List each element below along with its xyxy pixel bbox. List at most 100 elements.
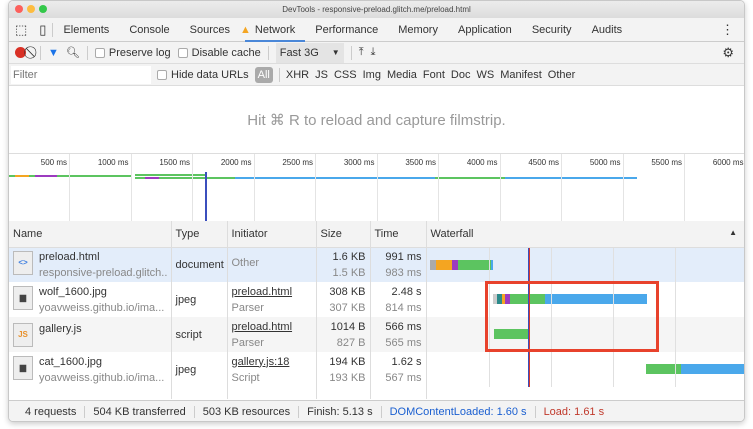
waterfall-gridline bbox=[674, 282, 676, 317]
tab-application[interactable]: Application bbox=[448, 18, 522, 42]
initiator-link[interactable]: preload.html bbox=[232, 321, 312, 333]
initiator-type: Parser bbox=[231, 301, 264, 314]
column-waterfall[interactable]: Waterfall ▲ bbox=[426, 221, 744, 248]
filter-type-ws[interactable]: WS bbox=[476, 69, 494, 81]
filter-type-css[interactable]: CSS bbox=[334, 69, 357, 81]
table-header: Name Type Initiator Size Time Waterfall ▲ bbox=[9, 221, 744, 248]
cell-time: 1.62 s 567 ms bbox=[370, 352, 427, 387]
device-toolbar-icon[interactable]: ▯ bbox=[33, 22, 52, 38]
cell-type: document bbox=[171, 247, 228, 282]
waterfall-bar-segment bbox=[457, 259, 491, 270]
time-latency: 983 ms bbox=[385, 266, 422, 279]
image-file-icon: ▆ bbox=[13, 355, 33, 380]
request-name: preload.html bbox=[39, 250, 100, 263]
tab-console[interactable]: Console bbox=[119, 18, 179, 42]
cell-waterfall bbox=[426, 317, 744, 352]
tab-memory[interactable]: Memory bbox=[388, 18, 448, 42]
waterfall-bar-segment bbox=[490, 259, 493, 270]
cell-time: 566 ms 565 ms bbox=[370, 317, 427, 352]
hide-data-urls-checkbox[interactable]: Hide data URLs bbox=[157, 69, 249, 81]
filter-type-img[interactable]: Img bbox=[363, 69, 381, 81]
overview-tick-label: 4500 ms bbox=[528, 158, 559, 167]
record-icon[interactable] bbox=[15, 47, 26, 58]
close-button[interactable] bbox=[15, 5, 23, 13]
sort-ascending-icon: ▲ bbox=[729, 227, 737, 237]
tab-network[interactable]: Network bbox=[244, 18, 306, 42]
filter-type-other[interactable]: Other bbox=[548, 69, 576, 81]
import-har-icon[interactable]: ⤒ bbox=[359, 46, 364, 59]
tab-security[interactable]: Security bbox=[522, 18, 582, 42]
overview-tick-label: 3500 ms bbox=[405, 158, 436, 167]
waterfall-gridline bbox=[612, 352, 614, 387]
minimize-button[interactable] bbox=[27, 5, 35, 13]
more-menu-icon[interactable]: ⋮ bbox=[711, 22, 744, 38]
preserve-log-checkbox[interactable]: Preserve log bbox=[94, 47, 171, 59]
initiator-link[interactable]: preload.html bbox=[232, 286, 312, 298]
initiator-type: Script bbox=[231, 371, 260, 384]
image-file-icon: ▆ bbox=[13, 285, 33, 310]
column-type[interactable]: Type bbox=[171, 221, 228, 248]
disable-cache-label: Disable cache bbox=[191, 46, 261, 59]
inspect-icon[interactable]: ⬚ bbox=[9, 22, 33, 38]
filter-type-xhr[interactable]: XHR bbox=[286, 69, 309, 81]
time-latency: 567 ms bbox=[385, 371, 422, 384]
dcl-marker bbox=[205, 172, 207, 222]
filter-icon[interactable]: ▼ bbox=[48, 47, 59, 59]
tab-elements[interactable]: Elements bbox=[53, 18, 119, 42]
overview-tick-label: 1000 ms bbox=[97, 158, 129, 167]
filter-type-font[interactable]: Font bbox=[423, 69, 445, 81]
request-name: cat_1600.jpg bbox=[39, 355, 102, 368]
column-size[interactable]: Size bbox=[316, 221, 371, 248]
cell-name[interactable]: <> preload.html responsive-preload.glitch.… bbox=[9, 247, 172, 282]
cell-name[interactable]: JS gallery.js bbox=[9, 317, 172, 352]
waterfall-bar-segment bbox=[544, 294, 647, 304]
cell-name[interactable]: ▆ wolf_1600.jpg yoavweiss.github.io/ima... bbox=[9, 282, 172, 317]
cell-name[interactable]: ▆ cat_1600.jpg yoavweiss.github.io/ima... bbox=[9, 352, 172, 387]
table-row[interactable]: <> preload.html responsive-preload.glitch.… bbox=[9, 247, 744, 283]
table-row[interactable]: ▆ cat_1600.jpg yoavweiss.github.io/ima... … bbox=[9, 352, 744, 387]
settings-gear-icon[interactable]: ⚙ bbox=[722, 45, 734, 61]
filter-input[interactable] bbox=[11, 65, 151, 84]
filter-type-doc[interactable]: Doc bbox=[451, 69, 471, 81]
overview-tick-label: 5500 ms bbox=[651, 158, 682, 167]
column-initiator[interactable]: Initiator bbox=[227, 221, 317, 248]
search-icon[interactable]: 🔍︎ bbox=[66, 46, 80, 59]
cell-size: 1014 B 827 B bbox=[316, 317, 371, 352]
filter-type-media[interactable]: Media bbox=[387, 69, 417, 81]
waterfall-gridline bbox=[612, 247, 614, 283]
finish-time: Finish: 5.13 s bbox=[299, 405, 382, 418]
request-name: gallery.js bbox=[39, 322, 82, 335]
overview-tick-label: 5000 ms bbox=[589, 158, 621, 167]
size-transferred: 1014 B bbox=[330, 320, 366, 333]
overview-tick-label: 500 ms bbox=[40, 158, 67, 167]
empty-row bbox=[9, 387, 744, 399]
zoom-button[interactable] bbox=[39, 5, 47, 13]
tab-sources[interactable]: Sources bbox=[180, 18, 240, 42]
table-row[interactable]: JS gallery.js script preload.html Parser 1… bbox=[9, 317, 744, 352]
throttle-select[interactable]: Fast 3G ▼ bbox=[275, 42, 344, 63]
export-har-icon[interactable]: ⤓ bbox=[371, 46, 376, 59]
panel-tabs: ⬚ ▯ Elements Console Sources ▲ Network P… bbox=[9, 18, 744, 42]
column-name[interactable]: Name bbox=[9, 221, 172, 248]
initiator-link[interactable]: gallery.js:18 bbox=[232, 356, 312, 368]
waterfall-bar-segment bbox=[435, 259, 452, 270]
filter-bar: Hide data URLs All XHR JS CSS Img Media … bbox=[9, 64, 744, 86]
size-resource: 193 KB bbox=[329, 371, 366, 384]
column-time[interactable]: Time bbox=[370, 221, 427, 248]
tab-performance[interactable]: Performance bbox=[305, 18, 388, 42]
waterfall-gridline bbox=[550, 282, 552, 317]
resources-size: 503 KB resources bbox=[195, 405, 300, 418]
table-row[interactable]: ▆ wolf_1600.jpg yoavweiss.github.io/ima...… bbox=[9, 282, 744, 317]
disable-cache-checkbox[interactable]: Disable cache bbox=[177, 46, 261, 59]
waterfall-gridline bbox=[550, 247, 552, 283]
filter-type-manifest[interactable]: Manifest bbox=[500, 69, 542, 81]
overview-timeline[interactable]: 500 ms 1000 ms 1500 ms 2000 ms 2500 ms 3000 m… bbox=[9, 154, 744, 222]
overview-tick-label: 6000 ms bbox=[712, 158, 744, 167]
requests-table: Name Type Initiator Size Time Waterfall ▲… bbox=[9, 221, 744, 399]
filter-type-all[interactable]: All bbox=[254, 66, 273, 83]
title-bar: DevTools - responsive-preload.glitch.me/… bbox=[9, 1, 744, 18]
cell-size: 1.6 KB 1.5 KB bbox=[316, 247, 371, 282]
filter-type-js[interactable]: JS bbox=[315, 69, 328, 81]
tab-audits[interactable]: Audits bbox=[582, 18, 633, 42]
status-bar: 4 requests 504 KB transferred 503 KB res… bbox=[9, 400, 744, 421]
